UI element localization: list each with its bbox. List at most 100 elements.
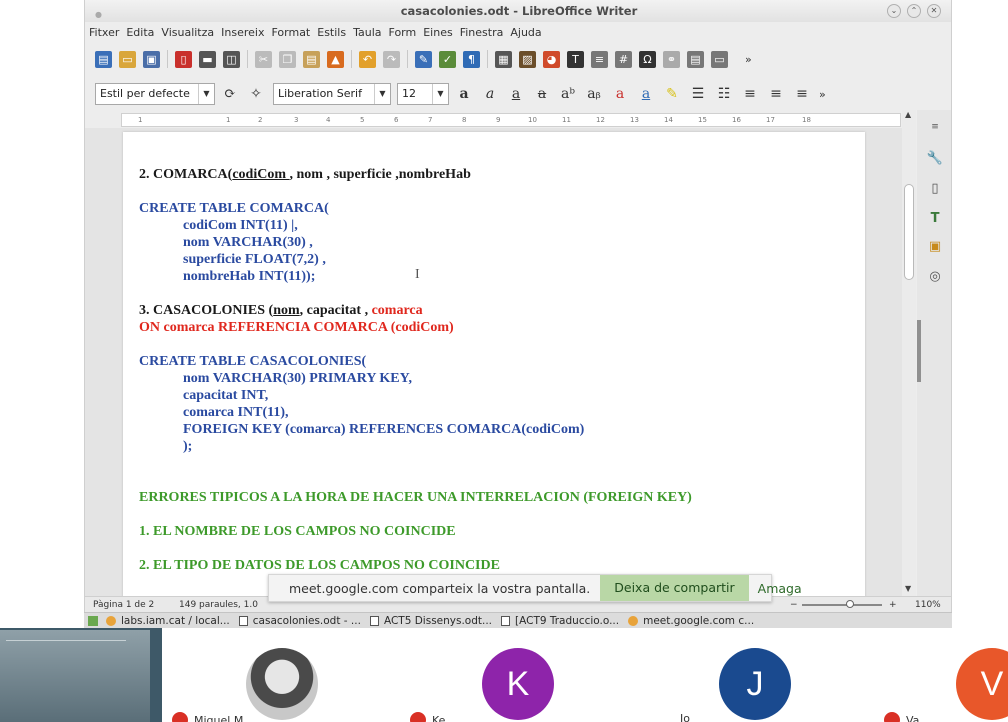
export-pdf-icon[interactable]: ▯ <box>175 50 192 68</box>
menu-taula[interactable]: Taula <box>353 26 381 39</box>
maximize-icon[interactable]: ⌃ <box>907 4 921 18</box>
numbered-list-icon[interactable]: ☷ <box>715 85 733 103</box>
toolbar-overflow-icon[interactable]: » <box>819 88 826 101</box>
hyperlink-icon[interactable]: ⚭ <box>663 50 680 68</box>
menu-eines[interactable]: Eines <box>423 26 452 39</box>
menu-format[interactable]: Format <box>271 26 310 39</box>
taskbar-item-act5[interactable]: ACT5 Dissenys.odt... <box>369 615 492 627</box>
taskbar: labs.iam.cat / local... casacolonies.odt… <box>84 612 952 628</box>
vertical-scrollbar[interactable]: ▲ ▼ <box>902 110 916 596</box>
sidebar-menu-icon[interactable]: ≡ <box>926 118 944 136</box>
ruler-tick: 1 <box>138 116 143 124</box>
print-preview-icon[interactable]: ◫ <box>223 50 240 68</box>
strikethrough-icon[interactable]: a <box>533 85 551 103</box>
page-count[interactable]: Pàgina 1 de 2 <box>93 597 154 613</box>
document-page[interactable]: 2. COMARCA(codiCom , nom , superficie ,n… <box>123 132 865 596</box>
gallery-icon[interactable]: ▣ <box>926 238 944 256</box>
font-color-icon[interactable]: a <box>637 85 655 103</box>
new-document-icon[interactable]: ▤ <box>95 50 112 68</box>
paste-icon[interactable]: ▤ <box>303 50 320 68</box>
underline-icon[interactable]: a <box>507 85 525 103</box>
highlight-icon[interactable]: ✎ <box>663 85 681 103</box>
document-area[interactable]: 2. COMARCA(codiCom , nom , superficie ,n… <box>85 128 905 596</box>
update-style-icon[interactable]: ⟳ <box>221 85 239 103</box>
menu-visualitza[interactable]: Visualitza <box>161 26 214 39</box>
hide-button[interactable]: Amaga <box>758 581 802 596</box>
menu-finestra[interactable]: Finestra <box>460 26 504 39</box>
align-left-icon[interactable]: ≡ <box>741 85 759 103</box>
zoom-slider-knob[interactable] <box>846 600 854 608</box>
print-icon[interactable]: ▬ <box>199 50 216 68</box>
find-replace-icon[interactable]: ✎ <box>415 50 432 68</box>
paragraph-style-combo[interactable]: Estil per defecte ▼ <box>95 83 215 105</box>
italic-icon[interactable]: a <box>481 85 499 103</box>
navigator-icon[interactable]: ◎ <box>926 268 944 286</box>
horizontal-ruler[interactable]: 1 1 2 3 4 5 6 7 8 9 10 11 12 13 14 15 16… <box>121 113 901 127</box>
minimize-icon[interactable]: ⌄ <box>887 4 901 18</box>
save-icon[interactable]: ▣ <box>143 50 160 68</box>
comment-icon[interactable]: ▭ <box>711 50 728 68</box>
self-view-tile[interactable] <box>0 628 162 722</box>
participant-avatar-v[interactable]: V <box>956 648 1008 720</box>
participant-avatar-photo[interactable] <box>246 648 318 720</box>
zoom-level[interactable]: 110% <box>915 597 941 613</box>
align-center-icon[interactable]: ≡ <box>767 85 785 103</box>
subscript-icon[interactable]: aᵦ <box>585 85 603 103</box>
heading-casacolonies: 3. CASACOLONIES (nom, capacitat , comarc… <box>139 302 423 319</box>
taskbar-item-writer[interactable]: casacolonies.odt - ... <box>238 615 361 627</box>
redo-icon[interactable]: ↷ <box>383 50 400 68</box>
cut-icon[interactable]: ✂ <box>255 50 272 68</box>
superscript-icon[interactable]: aᵇ <box>559 85 577 103</box>
scroll-down-icon[interactable]: ▼ <box>905 584 911 593</box>
footnote-icon[interactable]: ▤ <box>687 50 704 68</box>
copy-icon[interactable]: ❐ <box>279 50 296 68</box>
formatting-marks-icon[interactable]: ¶ <box>463 50 480 68</box>
insert-chart-icon[interactable]: ◕ <box>543 50 560 68</box>
participant-avatar-j[interactable]: J <box>719 648 791 720</box>
toolbar-overflow-icon[interactable]: » <box>745 53 752 66</box>
menu-insereix[interactable]: Insereix <box>221 26 264 39</box>
insert-textbox-icon[interactable]: T <box>567 50 584 68</box>
menu-form[interactable]: Form <box>389 26 417 39</box>
menu-ajuda[interactable]: Ajuda <box>510 26 541 39</box>
bold-icon[interactable]: a <box>455 85 473 103</box>
chevron-down-icon[interactable]: ▼ <box>432 84 448 104</box>
zoom-slider[interactable] <box>802 600 882 608</box>
taskbar-item-meet[interactable]: meet.google.com c... <box>628 615 754 627</box>
menu-edita[interactable]: Edita <box>126 26 154 39</box>
menu-estils[interactable]: Estils <box>317 26 346 39</box>
styles-icon[interactable]: T <box>926 210 944 228</box>
stop-sharing-button[interactable]: Deixa de compartir <box>600 575 749 601</box>
page-icon[interactable]: ▯ <box>926 180 944 198</box>
undo-icon[interactable]: ↶ <box>359 50 376 68</box>
insert-image-icon[interactable]: ▨ <box>519 50 536 68</box>
special-character-icon[interactable]: Ω <box>639 50 656 68</box>
close-icon[interactable]: ✕ <box>927 4 941 18</box>
word-count[interactable]: 149 paraules, 1.0 <box>179 597 258 613</box>
chevron-down-icon[interactable]: ▼ <box>374 84 390 104</box>
spelling-icon[interactable]: ✓ <box>439 50 456 68</box>
zoom-in-icon[interactable]: + <box>889 597 897 613</box>
chevron-down-icon[interactable]: ▼ <box>198 84 214 104</box>
scrollbar-thumb[interactable] <box>904 184 914 280</box>
insert-page-break-icon[interactable]: ≡ <box>591 50 608 68</box>
clear-formatting-icon[interactable]: a <box>611 85 629 103</box>
bullet-list-icon[interactable]: ☰ <box>689 85 707 103</box>
show-desktop-icon[interactable] <box>88 615 98 626</box>
zoom-out-icon[interactable]: − <box>790 597 798 613</box>
participant-avatar-k[interactable]: K <box>482 648 554 720</box>
clone-formatting-icon[interactable]: ▲ <box>327 50 344 68</box>
open-icon[interactable]: ▭ <box>119 50 136 68</box>
taskbar-item-browser[interactable]: labs.iam.cat / local... <box>106 615 230 627</box>
sidebar-resize-handle[interactable] <box>917 320 921 382</box>
taskbar-item-act9[interactable]: [ACT9 Traduccio.o... <box>501 615 619 627</box>
font-size-combo[interactable]: 12 ▼ <box>397 83 449 105</box>
insert-table-icon[interactable]: ▦ <box>495 50 512 68</box>
scroll-up-icon[interactable]: ▲ <box>905 110 911 119</box>
menu-fitxer[interactable]: Fitxer <box>89 26 119 39</box>
properties-icon[interactable]: 🔧 <box>926 150 944 168</box>
new-style-icon[interactable]: ✧ <box>247 85 265 103</box>
font-name-combo[interactable]: Liberation Serif ▼ <box>273 83 391 105</box>
insert-field-icon[interactable]: # <box>615 50 632 68</box>
align-right-icon[interactable]: ≡ <box>793 85 811 103</box>
